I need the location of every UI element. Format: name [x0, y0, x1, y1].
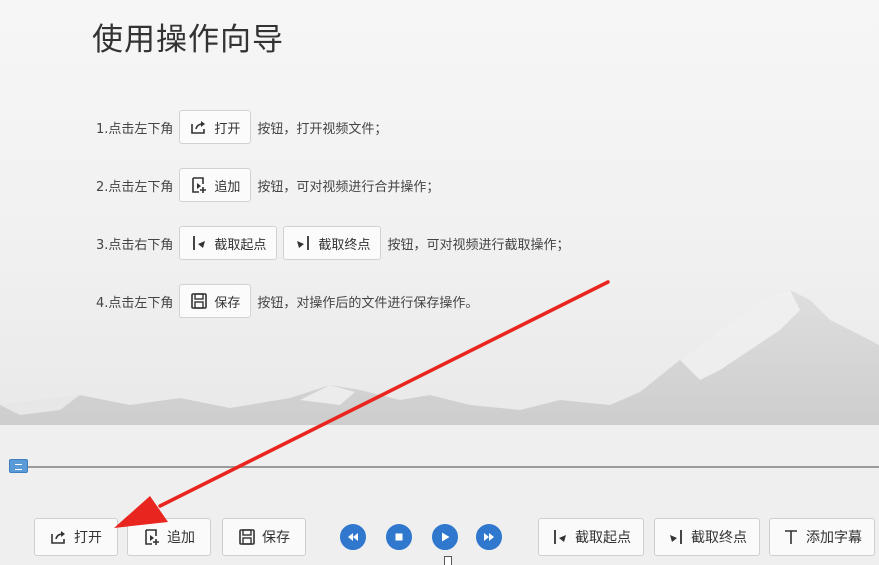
- guide-panel: 使用操作向导 1.点击左下角 打开 按钮，打开视频文件； 2.点击左下角 追加 …: [0, 0, 879, 425]
- step-prefix: 2.点击左下角: [96, 179, 174, 195]
- save-button[interactable]: 保存: [222, 518, 306, 556]
- progress-track[interactable]: [12, 466, 879, 468]
- rewind-button[interactable]: [340, 524, 366, 550]
- fast-forward-icon: [484, 533, 494, 541]
- text-t-icon: [785, 530, 797, 544]
- guide-step-4: 4.点击左下角 保存 按钮，对操作后的文件进行保存操作。: [96, 284, 478, 318]
- guide-chip-open: 打开: [179, 110, 252, 144]
- append-button[interactable]: 追加: [127, 518, 211, 556]
- mountain-background: [0, 290, 879, 425]
- cut-start-button[interactable]: 截取起点: [538, 518, 644, 556]
- cut-end-icon: [670, 530, 682, 544]
- guide-title: 使用操作向导: [92, 22, 284, 58]
- chip-label: 追加: [214, 179, 241, 195]
- chip-label: 打开: [214, 121, 241, 137]
- add-file-icon: [192, 177, 207, 193]
- cut-start-icon: [193, 236, 206, 250]
- guide-chip-cut-start: 截取起点: [179, 226, 278, 260]
- step-prefix: 1.点击左下角: [96, 121, 174, 137]
- stop-button[interactable]: [386, 524, 412, 550]
- floppy-disk-icon: [239, 529, 255, 545]
- add-file-icon: [145, 529, 159, 545]
- step-suffix: 按钮，对操作后的文件进行保存操作。: [257, 295, 479, 311]
- append-button-label: 追加: [167, 530, 195, 546]
- guide-chip-append: 追加: [179, 168, 252, 202]
- chip-label: 截取起点: [214, 237, 267, 253]
- chip-label: 截取终点: [318, 237, 371, 253]
- cut-start-button-label: 截取起点: [575, 530, 631, 546]
- play-button[interactable]: [432, 524, 458, 550]
- add-subtitle-button-label: 添加字幕: [806, 530, 862, 546]
- step-suffix: 按钮，打开视频文件；: [257, 121, 388, 137]
- step-suffix: 按钮，可对视频进行合并操作；: [257, 179, 440, 195]
- guide-step-3: 3.点击右下角 截取起点 截取终点 按钮，可对视频进行截取操作；: [96, 226, 569, 260]
- share-out-icon: [51, 531, 65, 544]
- step-prefix: 4.点击左下角: [96, 295, 174, 311]
- open-button[interactable]: 打开: [34, 518, 118, 556]
- guide-step-1: 1.点击左下角 打开 按钮，打开视频文件；: [96, 110, 387, 144]
- rewind-icon: [348, 533, 358, 541]
- fast-forward-button[interactable]: [476, 524, 502, 550]
- cut-start-icon: [554, 530, 566, 544]
- guide-chip-save: 保存: [179, 284, 252, 318]
- save-button-label: 保存: [262, 530, 290, 546]
- cut-end-icon: [297, 236, 310, 250]
- open-button-label: 打开: [74, 530, 102, 546]
- floppy-disk-icon: [191, 293, 208, 309]
- share-out-icon: [191, 121, 206, 134]
- play-icon: [442, 532, 450, 542]
- cut-end-button[interactable]: 截取终点: [654, 518, 760, 556]
- progress-handle[interactable]: [9, 459, 28, 473]
- guide-step-2: 2.点击左下角 追加 按钮，可对视频进行合并操作；: [96, 168, 439, 202]
- step-prefix: 3.点击右下角: [96, 237, 174, 253]
- cut-end-button-label: 截取终点: [691, 530, 747, 546]
- stop-icon: [395, 533, 403, 541]
- guide-chip-cut-end: 截取终点: [283, 226, 382, 260]
- step-suffix: 按钮，可对视频进行截取操作；: [387, 237, 570, 253]
- chip-label: 保存: [214, 295, 241, 311]
- add-subtitle-button[interactable]: 添加字幕: [769, 518, 875, 556]
- mouse-cursor: [444, 556, 452, 565]
